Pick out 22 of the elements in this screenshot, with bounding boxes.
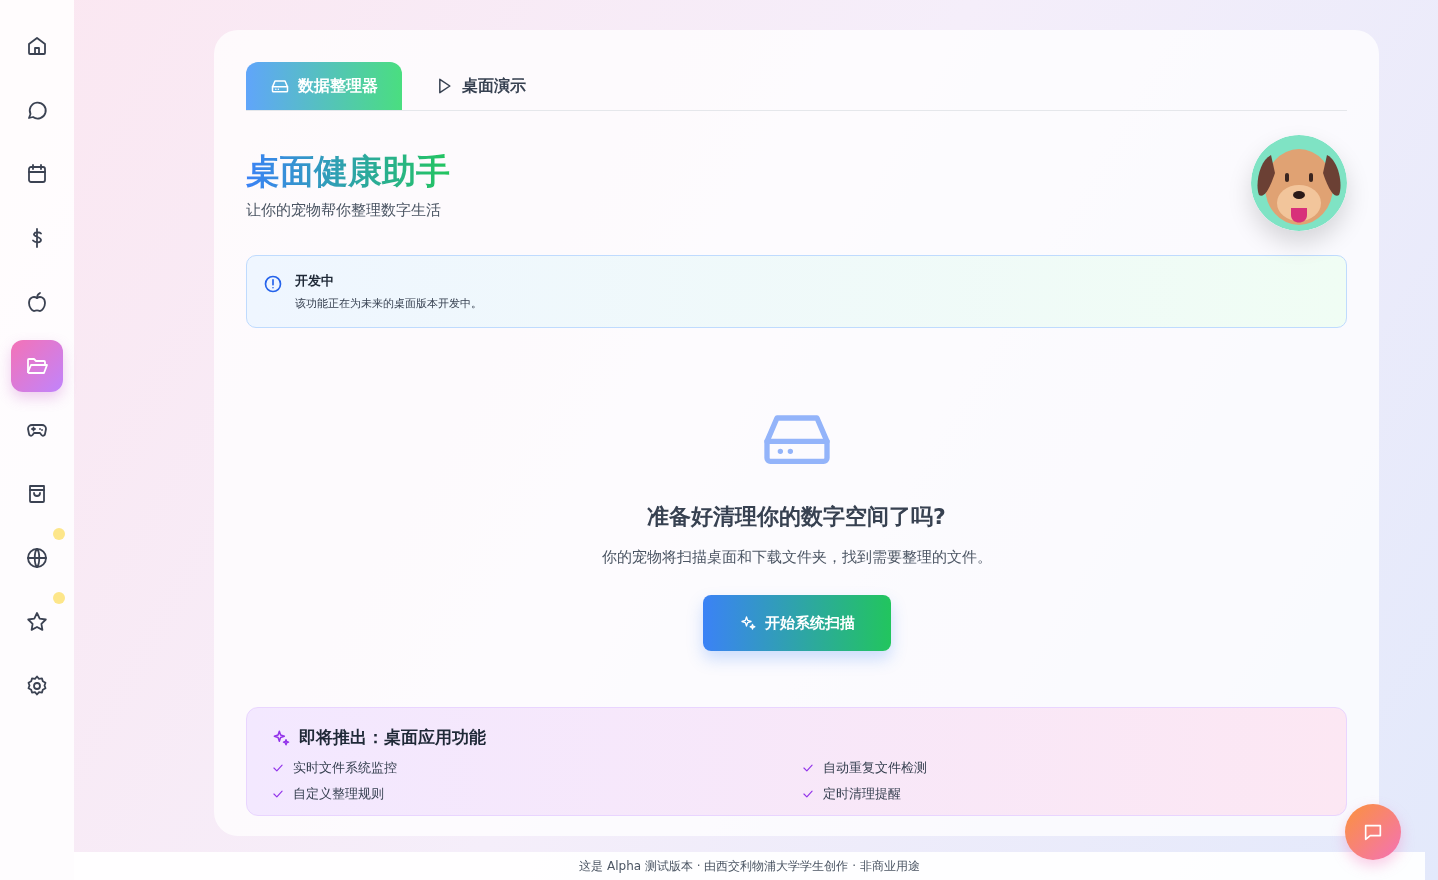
home-icon [25,34,49,58]
info-icon [263,274,283,294]
globe-icon [25,546,49,570]
star-icon [25,610,49,634]
feature-item: 定时清理提醒 [822,785,901,803]
empty-heading: 准备好清理你的数字空间了吗? [647,503,946,531]
feature-item: 实时文件系统监控 [293,759,397,777]
notice-text: 该功能正在为未来的桌面版本开发中。 [295,296,482,311]
tab[interactable]: 数据整理器 [246,62,402,110]
tab[interactable]: 桌面演示 [410,62,550,110]
footer-text: 这是 Alpha 测试版本 · 由西交利物浦大学学生创作 · 非商业用途 [579,857,920,875]
notice-title: 开发中 [295,272,335,290]
page-subtitle: 让你的宠物帮你整理数字生活 [246,201,442,220]
apple-icon [25,290,49,314]
upcoming-title: 即将推出：桌面应用功能 [299,726,486,749]
sparkle-icon [738,614,757,632]
calendar-icon [25,162,49,186]
feature-item: 自定义整理规则 [293,785,384,803]
gear-icon [25,674,49,698]
feature-item: 自动重复文件检测 [822,759,927,777]
start-scan-button[interactable]: 开始系统扫描 [702,595,891,651]
empty-text: 你的宠物将扫描桌面和下载文件夹，找到需要整理的文件。 [601,548,992,567]
